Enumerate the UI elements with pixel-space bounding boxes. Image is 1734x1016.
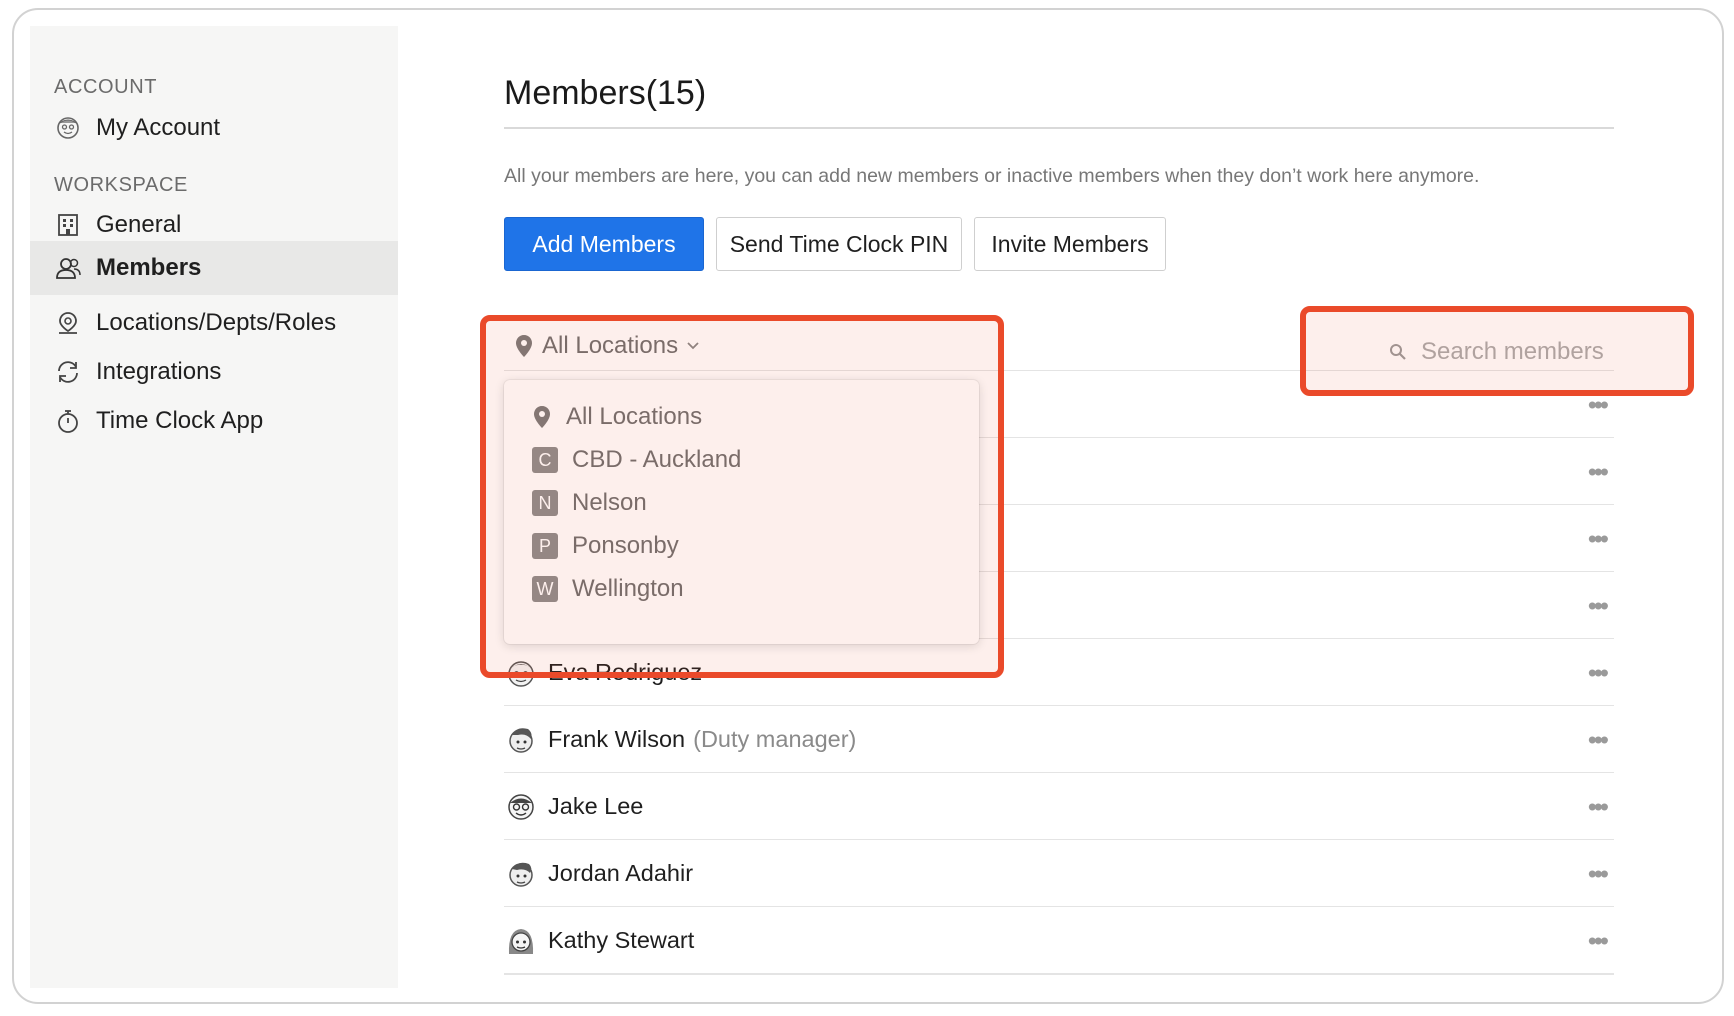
row-more-button[interactable]: •••	[1582, 590, 1612, 621]
chevron-down-icon	[687, 342, 699, 350]
sidebar-item-time-clock-app[interactable]: Time Clock App	[30, 394, 398, 448]
page-title: Members(15)	[504, 74, 707, 112]
location-option-cbd-auckland[interactable]: C CBD - Auckland	[532, 440, 952, 480]
sidebar-section-workspace: WORKSPACE	[54, 174, 188, 196]
location-badge: N	[532, 490, 558, 516]
row-more-button[interactable]: •••	[1582, 791, 1612, 822]
location-badge: W	[532, 576, 558, 602]
search-icon	[1390, 344, 1406, 360]
sidebar-item-label: General	[96, 211, 182, 238]
page-description: All your members are here, you can add n…	[504, 165, 1480, 187]
location-pin-icon	[516, 335, 532, 357]
title-divider	[504, 127, 1614, 129]
sidebar: ACCOUNT My Account WORKSPACE General Mem…	[30, 26, 398, 988]
avatar-icon	[504, 723, 538, 757]
location-pin-icon	[54, 309, 82, 337]
location-option-label: Nelson	[572, 489, 647, 516]
search-box[interactable]	[1389, 332, 1641, 372]
location-dropdown-menu: All Locations C CBD - Auckland N Nelson …	[504, 380, 979, 644]
send-time-clock-pin-button[interactable]: Send Time Clock PIN	[716, 217, 962, 271]
location-option-label: Ponsonby	[572, 532, 679, 559]
sidebar-item-my-account[interactable]: My Account	[30, 101, 398, 155]
account-avatar-icon	[54, 114, 82, 142]
row-more-button[interactable]: •••	[1582, 657, 1612, 688]
sidebar-item-label: Locations/Depts/Roles	[96, 309, 337, 336]
table-row[interactable]: Frank Wilson (Duty manager) •••	[504, 705, 1614, 773]
location-option-label: CBD - Auckland	[572, 446, 742, 473]
location-badge: C	[532, 447, 558, 473]
sidebar-item-label: Members	[96, 254, 202, 281]
sidebar-item-label: My Account	[96, 114, 221, 141]
row-more-button[interactable]: •••	[1582, 456, 1612, 487]
add-members-button[interactable]: Add Members	[504, 217, 704, 271]
location-option-label: All Locations	[566, 403, 703, 430]
row-more-button[interactable]: •••	[1582, 724, 1612, 755]
row-more-button[interactable]: •••	[1582, 523, 1612, 554]
row-more-button[interactable]: •••	[1582, 858, 1612, 889]
location-filter-label: All Locations	[542, 332, 679, 359]
location-pin-icon	[534, 406, 550, 428]
member-role: (Duty manager)	[693, 726, 857, 752]
member-name: Frank Wilson	[548, 726, 686, 752]
location-filter-dropdown[interactable]: All Locations	[514, 328, 700, 364]
member-name: Kathy Stewart	[548, 927, 695, 953]
sidebar-item-integrations[interactable]: Integrations	[30, 345, 398, 399]
location-option-all[interactable]: All Locations	[532, 397, 952, 437]
avatar-icon	[504, 790, 538, 824]
stopwatch-icon	[54, 407, 82, 435]
table-row[interactable]: Jake Lee •••	[504, 772, 1614, 840]
location-option-nelson[interactable]: N Nelson	[532, 483, 952, 523]
app-window: ACCOUNT My Account WORKSPACE General Mem…	[12, 8, 1724, 1004]
member-name: Jake Lee	[548, 793, 644, 819]
invite-members-button[interactable]: Invite Members	[974, 217, 1166, 271]
sidebar-item-members[interactable]: Members	[30, 241, 398, 295]
location-option-label: Wellington	[572, 575, 684, 602]
sidebar-item-locations[interactable]: Locations/Depts/Roles	[30, 296, 398, 350]
list-bottom-divider	[504, 973, 1614, 975]
location-option-wellington[interactable]: W Wellington	[532, 569, 952, 609]
table-row[interactable]: Jordan Adahir •••	[504, 839, 1614, 907]
member-name: Jordan Adahir	[548, 860, 694, 886]
building-icon	[54, 211, 82, 239]
location-badge: P	[532, 533, 558, 559]
search-input[interactable]	[1421, 338, 1641, 366]
sync-icon	[54, 358, 82, 386]
row-more-button[interactable]: •••	[1582, 389, 1612, 420]
avatar-icon	[504, 924, 538, 958]
location-option-ponsonby[interactable]: P Ponsonby	[532, 526, 952, 566]
table-row[interactable]: Kathy Stewart •••	[504, 906, 1614, 974]
avatar-icon	[504, 857, 538, 891]
sidebar-section-account: ACCOUNT	[54, 76, 158, 98]
sidebar-item-label: Integrations	[96, 358, 222, 385]
avatar-icon	[504, 656, 538, 690]
row-more-button[interactable]: •••	[1582, 925, 1612, 956]
members-icon	[54, 254, 82, 282]
member-name: Eva Rodriguez	[548, 659, 703, 685]
sidebar-item-label: Time Clock App	[96, 407, 264, 434]
table-row[interactable]: Eva Rodriguez •••	[504, 638, 1614, 706]
